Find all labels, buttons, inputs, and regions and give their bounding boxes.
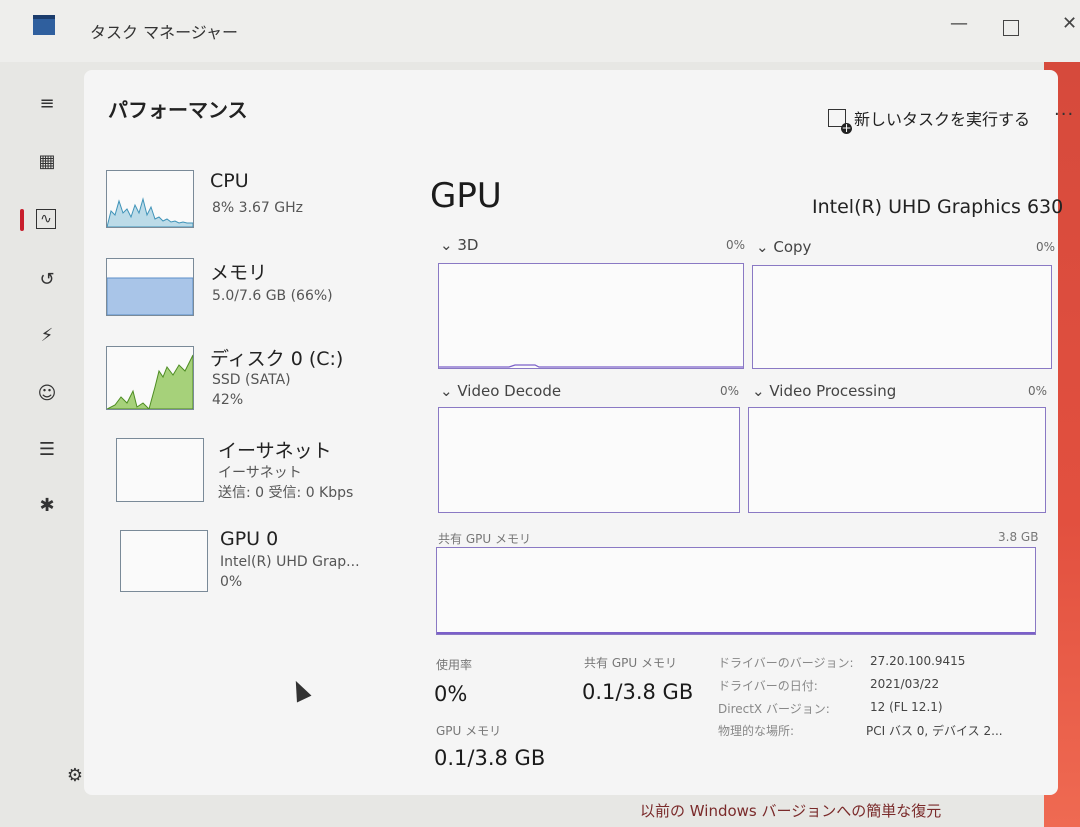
- cpu-thumbnail-graph: [106, 170, 194, 228]
- gpu-memory-label: GPU メモリ: [436, 724, 502, 738]
- memory-name: メモリ: [210, 262, 268, 284]
- services-icon[interactable]: ✱: [36, 494, 58, 516]
- settings-icon[interactable]: ⚙: [64, 764, 86, 786]
- page-title: パフォーマンス: [108, 98, 248, 122]
- graph-video-decode-name: Video Decode: [457, 382, 562, 400]
- driver-date-value: 2021/03/22: [870, 677, 940, 691]
- graph-copy-label[interactable]: ⌄ Copy: [756, 238, 811, 256]
- graph-copy-name: Copy: [773, 238, 812, 256]
- new-task-icon: [828, 109, 852, 134]
- memory-thumbnail-graph: [106, 258, 194, 316]
- shared-gpu-memory-graph: [436, 547, 1036, 635]
- device-gpu[interactable]: GPU 0 Intel(R) UHD Grap... 0%: [106, 528, 406, 598]
- gpu-thumbnail-graph: [120, 530, 208, 592]
- disk-thumbnail-graph: [106, 346, 194, 410]
- graph-copy-pct: 0%: [1036, 240, 1056, 254]
- ethernet-thumbnail-graph: [116, 438, 204, 502]
- driver-version-label: ドライバーのバージョン:: [718, 656, 854, 670]
- run-new-task-button[interactable]: 新しいタスクを実行する: [828, 106, 1031, 134]
- driver-version-value: 27.20.100.9415: [870, 654, 966, 668]
- directx-version-value: 12 (FL 12.1): [870, 700, 943, 714]
- processes-icon[interactable]: ▦: [36, 150, 58, 172]
- graph-video-processing-pct: 0%: [1028, 384, 1048, 398]
- task-manager-app-icon: [33, 15, 55, 35]
- gpu-device-usage: 0%: [220, 574, 243, 590]
- graph-video-processing-label[interactable]: ⌄ Video Processing: [752, 382, 896, 400]
- graph-video-decode-pct: 0%: [720, 384, 740, 398]
- cpu-sparkline: [107, 197, 193, 227]
- gpu-device-model: Intel(R) UHD Grap...: [220, 554, 360, 570]
- device-disk[interactable]: ディスク 0 (C:) SSD (SATA) 42%: [106, 344, 406, 414]
- maximize-button[interactable]: [1003, 20, 1019, 36]
- graph-3d-label[interactable]: ⌄ 3D: [440, 236, 478, 254]
- disk-usage: 42%: [212, 392, 244, 408]
- hamburger-menu-icon[interactable]: ≡: [36, 92, 58, 114]
- shared-gpu-memory-label: 共有 GPU メモリ: [438, 532, 531, 546]
- gpu-model-name: Intel(R) UHD Graphics 630: [812, 196, 1064, 218]
- device-ethernet[interactable]: イーサネット イーサネット 送信: 0 受信: 0 Kbps: [106, 436, 406, 506]
- device-memory[interactable]: メモリ 5.0/7.6 GB (66%): [106, 258, 406, 328]
- graph-video-decode-label[interactable]: ⌄ Video Decode: [440, 382, 561, 400]
- graph-3d-pct: 0%: [726, 238, 746, 252]
- graph-3d: [438, 263, 744, 369]
- ethernet-adapter: イーサネット: [218, 465, 302, 481]
- shared-stat-label: 共有 GPU メモリ: [584, 656, 677, 670]
- cpu-usage: 8% 3.67 GHz: [212, 200, 304, 216]
- physical-location-value: PCI バス 0, デバイス 2...: [866, 724, 1003, 738]
- navigation-rail: ≡ ▦ ∿ ↺ ⚡ ☺ ☰ ✱ ⚙: [0, 62, 84, 827]
- background-restore-text: 以前の Windows バージョンへの簡単な復元: [640, 802, 942, 820]
- graph-video-processing: [748, 407, 1046, 513]
- performance-icon[interactable]: ∿: [36, 209, 56, 229]
- graph-3d-name: 3D: [457, 236, 479, 254]
- memory-usage: 5.0/7.6 GB (66%): [212, 288, 333, 304]
- disk-name: ディスク 0 (C:): [210, 348, 344, 370]
- more-options-button[interactable]: ···: [1054, 104, 1074, 125]
- active-indicator: [20, 209, 24, 231]
- close-button[interactable]: ✕: [1062, 14, 1077, 34]
- device-cpu[interactable]: CPU 8% 3.67 GHz: [106, 170, 406, 240]
- gpu-device-name: GPU 0: [220, 528, 279, 550]
- gpu-memory-value: 0.1/3.8 GB: [434, 746, 546, 770]
- graph-copy: [752, 265, 1052, 369]
- disk-type: SSD (SATA): [212, 372, 291, 388]
- app-history-icon[interactable]: ↺: [36, 268, 58, 290]
- shared-gpu-memory-fill: [437, 632, 1035, 634]
- graph-video-decode: [438, 407, 740, 513]
- usage-value: 0%: [434, 682, 468, 706]
- directx-version-label: DirectX バージョン:: [718, 702, 830, 716]
- memory-fill: [107, 277, 193, 315]
- startup-apps-icon[interactable]: ⚡: [36, 324, 58, 346]
- ethernet-name: イーサネット: [218, 440, 332, 462]
- window-title: タスク マネージャー: [90, 23, 238, 42]
- shared-gpu-memory-max: 3.8 GB: [998, 530, 1039, 544]
- driver-date-label: ドライバーの日付:: [718, 679, 818, 693]
- details-icon[interactable]: ☰: [36, 438, 58, 460]
- run-new-task-label: 新しいタスクを実行する: [854, 110, 1031, 129]
- title-bar: タスク マネージャー — ✕: [0, 0, 1080, 62]
- ethernet-throughput: 送信: 0 受信: 0 Kbps: [218, 485, 354, 501]
- users-icon[interactable]: ☺: [36, 382, 58, 404]
- cpu-name: CPU: [210, 170, 249, 192]
- graph-3d-line: [439, 364, 743, 368]
- minimize-button[interactable]: —: [950, 14, 968, 34]
- disk-activity: [107, 354, 193, 409]
- gpu-detail-title: GPU: [430, 176, 502, 216]
- physical-location-label: 物理的な場所:: [718, 724, 795, 738]
- usage-label: 使用率: [436, 658, 473, 672]
- shared-stat-value: 0.1/3.8 GB: [582, 680, 694, 704]
- graph-video-processing-name: Video Processing: [769, 382, 897, 400]
